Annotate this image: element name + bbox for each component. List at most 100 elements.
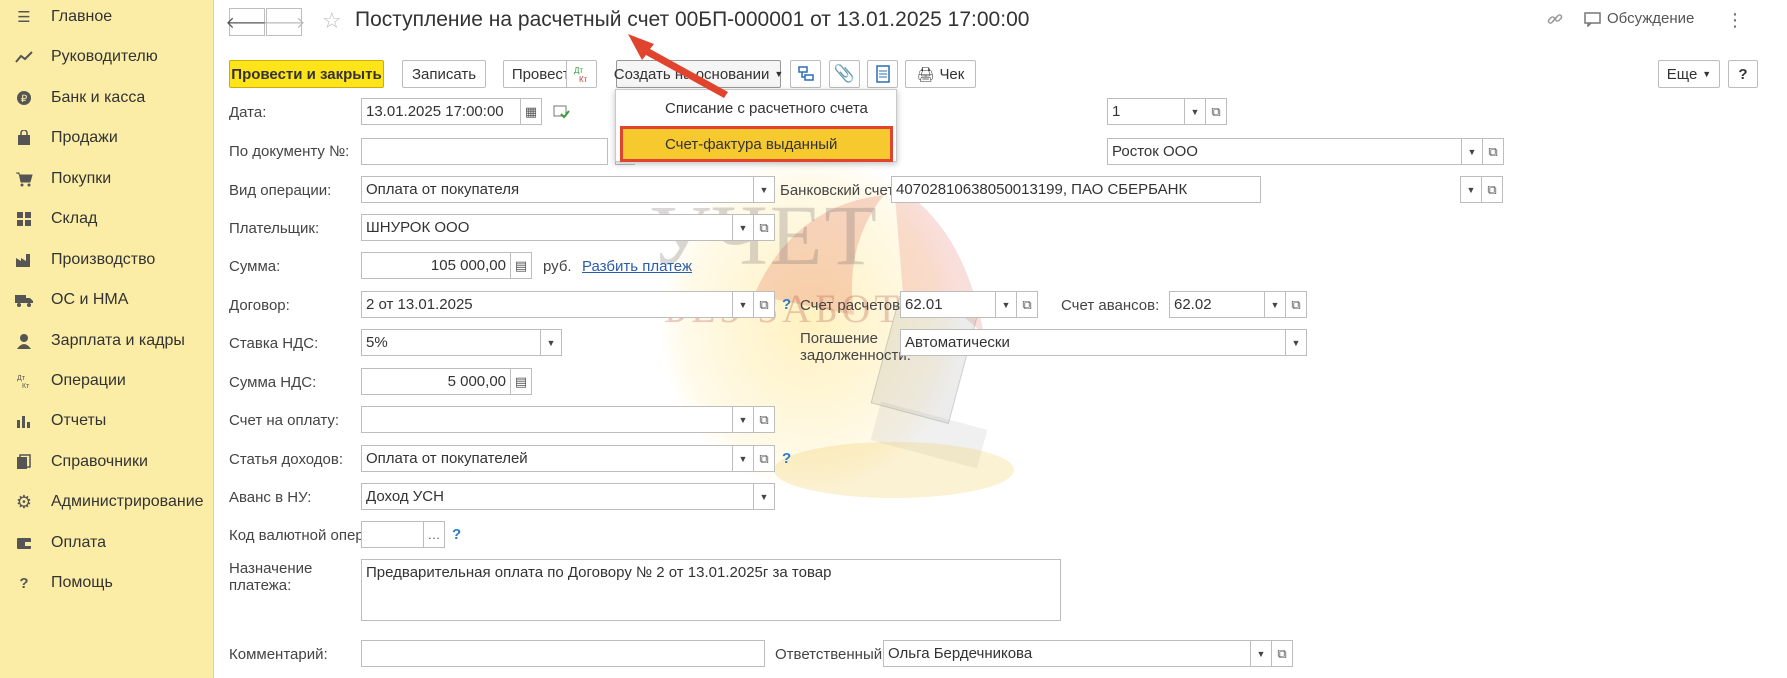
sidebar-item-reports[interactable]: Отчеты (0, 403, 214, 439)
post-and-close-button[interactable]: Провести и закрыть (229, 60, 384, 88)
sidebar-item-main[interactable]: ☰ Главное (0, 0, 214, 35)
link-icon[interactable] (1546, 10, 1564, 33)
doc-number-input[interactable] (361, 138, 608, 165)
structure-button[interactable] (790, 60, 821, 88)
forward-button[interactable]: 🡒 (263, 8, 305, 36)
currency-label: руб. (543, 258, 572, 275)
payer-open-button[interactable]: ⧉ (753, 214, 775, 241)
bank-account-dropdown[interactable]: ▼ (1460, 176, 1482, 203)
chevron-down-icon: ▼ (738, 222, 748, 233)
vat-sum-label: Сумма НДС: (229, 374, 317, 391)
back-button[interactable]: 🡐 (226, 8, 268, 36)
vat-rate-dropdown[interactable]: ▼ (540, 329, 562, 356)
bank-account-open-button[interactable]: ⧉ (1481, 176, 1503, 203)
advance-account-dropdown[interactable]: ▼ (1264, 291, 1286, 318)
sidebar-item-manager[interactable]: Руководителю (0, 39, 214, 75)
sidebar-item-references[interactable]: Справочники (0, 444, 214, 480)
open-icon: ⧉ (759, 296, 769, 312)
income-item-open-button[interactable]: ⧉ (753, 445, 775, 472)
split-payment-link[interactable]: Разбить платеж (582, 258, 692, 275)
favorite-star-icon[interactable]: ☆ (322, 8, 342, 34)
sidebar-item-production[interactable]: Производство (0, 242, 214, 278)
payer-dropdown[interactable]: ▼ (732, 214, 754, 241)
income-item-help-icon[interactable]: ? (782, 450, 791, 467)
debt-repayment-select[interactable]: Автоматически (900, 329, 1286, 356)
income-item-dropdown[interactable]: ▼ (732, 445, 754, 472)
vat-sum-input[interactable]: 5 000,00 (361, 368, 511, 395)
dt-kt-button[interactable]: Дт Кт (566, 60, 597, 88)
more-button[interactable]: Еще ▼ (1658, 60, 1720, 88)
save-button[interactable]: Записать (402, 60, 486, 88)
vat-rate-select[interactable]: 5% (361, 329, 541, 356)
number-dropdown[interactable]: ▼ (1184, 98, 1206, 125)
open-icon: ⧉ (1211, 103, 1221, 119)
factory-icon (14, 250, 34, 270)
sidebar-item-sales[interactable]: Продажи (0, 120, 214, 156)
invoice-dropdown[interactable]: ▼ (732, 406, 754, 433)
payer-input[interactable]: ШНУРОК ООО (361, 214, 733, 241)
date-input[interactable]: 13.01.2025 17:00:00 (361, 98, 521, 125)
attach-button[interactable]: 📎 (829, 60, 860, 88)
sidebar-item-operations[interactable]: Дт Кт Операции (0, 363, 214, 399)
income-item-input[interactable]: Оплата от покупателей (361, 445, 733, 472)
contract-dropdown[interactable]: ▼ (732, 291, 754, 318)
contract-input[interactable]: 2 от 13.01.2025 (361, 291, 733, 318)
responsible-open-button[interactable]: ⧉ (1271, 640, 1293, 667)
contract-open-button[interactable]: ⧉ (753, 291, 775, 318)
operation-type-select[interactable]: Оплата от покупателя (361, 176, 754, 203)
more-vertical-icon[interactable]: ⋮ (1726, 10, 1744, 31)
sidebar-item-admin[interactable]: ⚙ Администрирование (0, 484, 214, 520)
sum-input[interactable]: 105 000,00 (361, 252, 511, 279)
sidebar-item-warehouse[interactable]: Склад (0, 201, 214, 237)
settlement-account-open-button[interactable]: ⧉ (1016, 291, 1038, 318)
payment-purpose-textarea[interactable]: Предварительная оплата по Договору № 2 о… (361, 559, 1061, 621)
organization-dropdown[interactable]: ▼ (1461, 138, 1483, 165)
invoice-open-button[interactable]: ⧉ (753, 406, 775, 433)
settlement-account-dropdown[interactable]: ▼ (995, 291, 1017, 318)
calendar-button[interactable]: ▦ (520, 98, 542, 125)
sidebar-item-assets[interactable]: ОС и НМА (0, 282, 214, 318)
help-button[interactable]: ? (1728, 60, 1758, 88)
invoice-input[interactable] (361, 406, 733, 433)
trend-icon (14, 47, 34, 67)
vat-calculator-button[interactable]: ▤ (510, 368, 532, 395)
chevron-down-icon: ▼ (1270, 299, 1280, 310)
menu-item-invoice-issued[interactable]: Счет-фактура выданный (620, 126, 893, 162)
status-check-icon[interactable] (553, 104, 571, 125)
books-icon (14, 452, 34, 472)
coin-icon: ₽ (14, 88, 34, 108)
sidebar-item-salary[interactable]: Зарплата и кадры (0, 323, 214, 359)
payer-label: Плательщик: (229, 220, 320, 237)
bank-account-input[interactable]: 40702810638050013199, ПАО СБЕРБАНК (891, 176, 1261, 203)
comment-input[interactable] (361, 640, 765, 667)
currency-operation-input[interactable] (361, 521, 424, 548)
chevron-down-icon: ▼ (774, 69, 784, 79)
currency-operation-select-button[interactable]: … (423, 521, 445, 548)
receipt-button[interactable]: 🖨 Чек (905, 60, 976, 88)
dt-kt-icon: ДтКт (14, 371, 34, 391)
currency-operation-help-icon[interactable]: ? (452, 526, 461, 543)
sidebar-item-help[interactable]: ? Помощь (0, 565, 214, 601)
advance-account-open-button[interactable]: ⧉ (1285, 291, 1307, 318)
responsible-dropdown[interactable]: ▼ (1250, 640, 1272, 667)
discussion-button[interactable]: Обсуждение (1584, 10, 1694, 27)
sidebar-item-payment[interactable]: Оплата (0, 525, 214, 561)
operation-type-dropdown[interactable]: ▼ (753, 176, 775, 203)
advance-account-input[interactable]: 62.02 (1169, 291, 1265, 318)
number-input[interactable]: 1 (1107, 98, 1185, 125)
sidebar-item-bank[interactable]: ₽ Банк и касса (0, 80, 214, 116)
sidebar-item-purchases[interactable]: Покупки (0, 161, 214, 197)
debt-repayment-dropdown[interactable]: ▼ (1285, 329, 1307, 356)
responsible-input[interactable]: Ольга Бердечникова (883, 640, 1251, 667)
advance-tax-select[interactable]: Доход УСН (361, 483, 754, 510)
bar-chart-icon (14, 411, 34, 431)
calculator-button[interactable]: ▤ (510, 252, 532, 279)
settlement-account-input[interactable]: 62.01 (900, 291, 996, 318)
print-button[interactable] (867, 60, 898, 88)
organization-input[interactable]: Росток ООО (1107, 138, 1462, 165)
number-open-button[interactable]: ⧉ (1205, 98, 1227, 125)
contract-help-icon[interactable]: ? (782, 296, 791, 313)
organization-open-button[interactable]: ⧉ (1482, 138, 1504, 165)
calculator-icon: ▤ (514, 257, 528, 273)
advance-tax-dropdown[interactable]: ▼ (753, 483, 775, 510)
